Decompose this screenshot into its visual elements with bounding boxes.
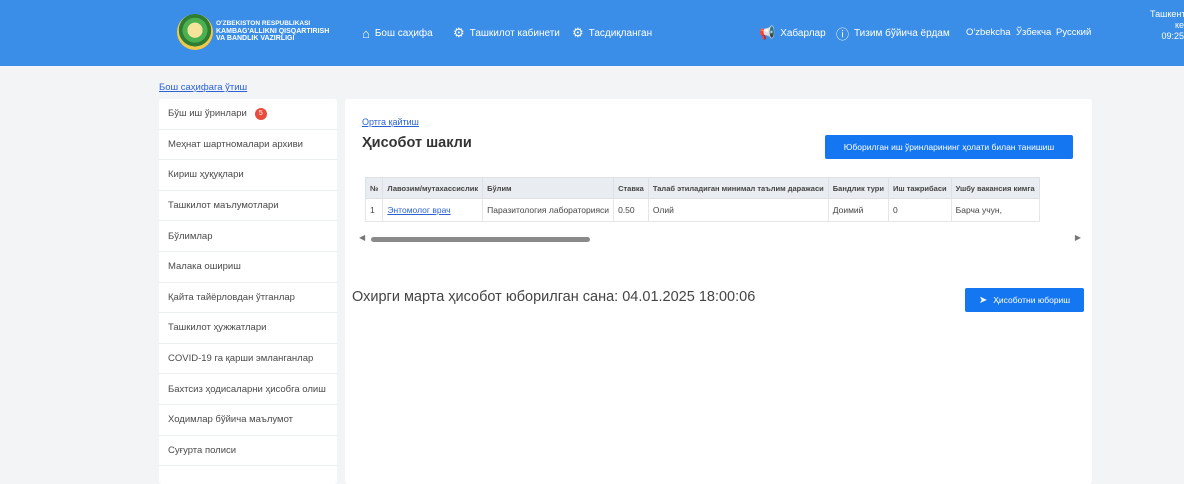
nav-approved[interactable]: ⚙ Тасдиқланган (572, 0, 652, 66)
col-target-audience: Ушбу вакансия кимга (950, 177, 1040, 199)
cell-position: Энтомолог врач (382, 198, 484, 222)
back-link[interactable]: Ортга қайтиш (362, 117, 419, 127)
sidebar-item-org-documents[interactable]: Ташкилот ҳужжатлари (159, 313, 337, 344)
table-header-row: № Лавозим/мутахассислик Бўлим Ставка Тал… (365, 177, 1040, 199)
nav-news[interactable]: 📢 Хабарлар (759, 0, 826, 66)
col-position: Лавозим/мутахассислик (382, 177, 484, 199)
sidebar-item-contracts-archive[interactable]: Меҳнат шартномалари архиви (159, 130, 337, 161)
lang-russian[interactable]: Русский (1056, 27, 1091, 38)
nav-approved-label: Тасдиқланган (588, 27, 653, 39)
sidebar-item-label: Бўлимлар (168, 230, 213, 242)
col-experience: Иш тажрибаси (887, 177, 952, 199)
sidebar: Бўш иш ўринлари 5 Меҳнат шартномалари ар… (159, 99, 337, 484)
city-suffix: ке (1174, 20, 1184, 30)
nav-help[interactable]: ⓘ Тизим бўйича ёрдам (836, 0, 950, 66)
sidebar-item-label: COVID-19 га қарши эмланганлар (168, 353, 314, 365)
lang-uz-latin[interactable]: O'zbekcha (966, 27, 1011, 38)
sidebar-item-training[interactable]: Малака ошириш (159, 252, 337, 283)
table-row: 1 Энтомолог врач Паразитология лаборатор… (365, 198, 1040, 222)
cell-department: Паразитология лабораторияси (482, 198, 615, 222)
cell-number: 1 (365, 198, 384, 222)
cell-rate: 0.50 (613, 198, 649, 222)
org-line-3: VA BANDLIK VAZIRLIGI (216, 35, 295, 42)
sidebar-item-label: Меҳнат шартномалари архиви (168, 138, 303, 150)
sidebar-item-label: Малака ошириш (168, 261, 241, 273)
cell-employment-type: Доимий (827, 198, 889, 222)
ministry-name[interactable]: O'ZBEKISTON RESPUBLIKASI KAMBAG'ALLIKNI … (216, 20, 329, 43)
sidebar-item-label: Суғурта полиси (168, 444, 237, 456)
top-header: O'ZBEKISTON RESPUBLIKASI KAMBAG'ALLIKNI … (0, 0, 1184, 66)
scroll-left-icon[interactable]: ◀ (359, 233, 365, 242)
position-link[interactable]: Энтомолог врач (387, 205, 450, 215)
col-education: Талаб этиладиган минимал таълим даражаси (647, 177, 829, 199)
go-home-link[interactable]: Бош саҳифага ўтиш (159, 82, 247, 93)
nav-home[interactable]: ⌂ Бош саҳифа (362, 0, 433, 66)
nav-help-label: Тизим бўйича ёрдам (854, 27, 950, 39)
scrollbar-thumb[interactable] (371, 237, 590, 242)
home-icon: ⌂ (362, 25, 370, 41)
sidebar-item-label: Бўш иш ўринлари (168, 108, 247, 120)
org-line-2: KAMBAG'ALLIKNI QISQARTIRISH (216, 27, 330, 35)
lang-uz-cyrillic[interactable]: Ўзбекча (1016, 27, 1051, 38)
sidebar-item-label: Бахтсиз ҳодисаларни ҳисобга олиш (168, 383, 326, 395)
sidebar-item-retrained[interactable]: Қайта тайёрловдан ўтганлар (159, 283, 337, 314)
sidebar-item-departments[interactable]: Бўлимлар (159, 221, 337, 252)
cell-target-audience: Барча учун, (950, 198, 1040, 222)
vacancies-table: № Лавозим/мутахассислик Бўлим Ставка Тал… (365, 177, 1040, 222)
city-label: Ташкент (1150, 9, 1184, 19)
vacancies-table-container: № Лавозим/мутахассислик Бўлим Ставка Тал… (365, 177, 1079, 223)
report-form-card: Ортга қайтиш Ҳисобот шакли Юборилган иш … (345, 99, 1092, 484)
cell-experience: 0 (887, 198, 952, 222)
location-time: Ташкент ке 09:25 (1150, 9, 1184, 42)
sidebar-item-label: Кириш ҳуқуқлари (168, 169, 244, 181)
page-title: Ҳисобот шакли (362, 135, 472, 151)
gears-icon: ⚙ (453, 25, 465, 40)
vacancies-count-badge: 5 (254, 107, 267, 120)
org-line-1: O'ZBEKISTON RESPUBLIKASI (216, 20, 311, 27)
col-department: Бўлим (482, 177, 615, 199)
col-employment-type: Бандлик тури (827, 177, 889, 199)
send-report-button[interactable]: ➤ Ҳисоботни юбориш (965, 288, 1084, 312)
sidebar-item-covid-vaccinated[interactable]: COVID-19 га қарши эмланганлар (159, 344, 337, 375)
sidebar-item-employees-info[interactable]: Ходимлар бўйича маълумот (159, 405, 337, 436)
paper-plane-icon: ➤ (978, 294, 988, 306)
nav-org-cabinet[interactable]: ⚙ Ташкилот кабинети (453, 0, 560, 66)
sidebar-item-label: Ташкилот ҳужжатлари (168, 322, 267, 334)
last-report-date: Охирги марта ҳисобот юборилган сана: 04.… (352, 289, 756, 305)
clock-time: 09:25 (1161, 31, 1184, 41)
megaphone-icon: 📢 (759, 25, 776, 40)
view-submitted-status-button[interactable]: Юборилган иш ўринларининг ҳолати билан т… (825, 135, 1073, 159)
sidebar-item-label: Ходимлар бўйича маълумот (168, 414, 294, 426)
nav-news-label: Хабарлар (780, 27, 826, 39)
sidebar-item-label: Қайта тайёрловдан ўтганлар (168, 291, 295, 303)
nav-home-label: Бош саҳифа (374, 27, 433, 39)
sidebar-item-accidents[interactable]: Бахтсиз ҳодисаларни ҳисобга олиш (159, 374, 337, 405)
horizontal-scrollbar[interactable]: ◀ ▶ (359, 233, 1081, 244)
sidebar-item-insurance-policy[interactable]: Суғурта полиси (159, 436, 337, 467)
sidebar-item-vacancies[interactable]: Бўш иш ўринлари 5 (159, 99, 337, 130)
info-icon: ⓘ (836, 26, 850, 42)
send-report-label: Ҳисоботни юбориш (993, 295, 1071, 305)
sidebar-item-label: Ташкилот маълумотлари (168, 200, 279, 212)
col-rate: Ставка (613, 177, 649, 199)
sidebar-item-access-rights[interactable]: Кириш ҳуқуқлари (159, 160, 337, 191)
cell-education: Олий (647, 198, 829, 222)
nav-org-cabinet-label: Ташкилот кабинети (469, 27, 560, 39)
scroll-right-icon[interactable]: ▶ (1075, 233, 1081, 242)
col-number: № (365, 177, 384, 199)
ministry-emblem-logo[interactable] (177, 14, 213, 50)
gears-icon: ⚙ (572, 25, 584, 40)
sidebar-item-org-info[interactable]: Ташкилот маълумотлари (159, 191, 337, 222)
